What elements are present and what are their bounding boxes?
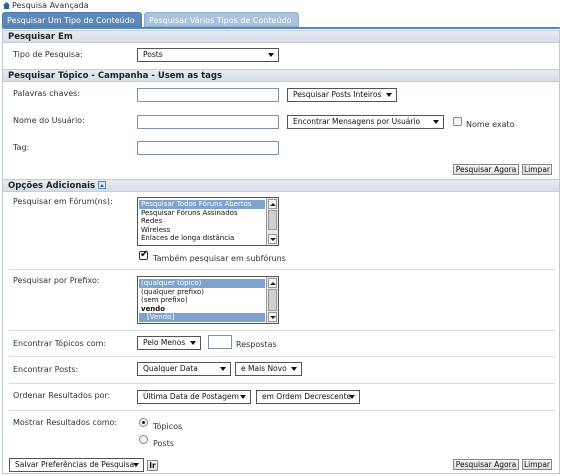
scroll-up-icon[interactable] [268, 278, 277, 288]
exact-name-label[interactable]: Nome exato [466, 120, 515, 129]
divider [9, 330, 555, 331]
chevron-down-icon [433, 120, 439, 124]
search-preferences-select[interactable]: Salvar Preferências de Pesquisa [9, 458, 144, 472]
chevron-down-icon [240, 395, 246, 399]
breadcrumb: Pesquisa Avançada [3, 1, 89, 11]
subforums-checkbox[interactable] [139, 249, 148, 260]
find-posts-date-value: Qualquer Data [143, 364, 198, 373]
section-search-in-heading: Pesquisar Em [3, 30, 559, 43]
collapse-icon[interactable] [98, 181, 107, 189]
divider [9, 383, 555, 384]
chevron-down-icon [268, 53, 274, 57]
prefix-option[interactable]: (qualquer tópico) [139, 279, 265, 288]
breadcrumb-label[interactable]: Pesquisa Avançada [12, 1, 89, 10]
forums-listbox[interactable]: Pesquisar Todos Fóruns Abertos Pesquisar… [137, 197, 279, 246]
divider [9, 410, 555, 411]
home-icon[interactable] [3, 2, 10, 9]
find-topics-label: Encontrar Tópicos com: [13, 339, 107, 348]
sort-field-select[interactable]: Última Data de Postagem [137, 390, 251, 404]
scroll-thumb[interactable] [268, 210, 277, 230]
forum-option[interactable]: Wireless [139, 226, 265, 235]
search-type-label: Tipo de Pesquisa: [13, 50, 83, 59]
show-posts-label[interactable]: Posts [153, 439, 174, 448]
tag-input[interactable] [137, 141, 279, 155]
username-mode-select[interactable]: Encontrar Mensagens por Usuário [287, 115, 444, 129]
chevron-down-icon [220, 367, 226, 371]
search-panel: Pesquisar Em Tipo de Pesquisa: Posts Pes… [2, 27, 560, 474]
keywords-mode-value: Pesquisar Posts Inteiros [293, 90, 382, 99]
forum-option[interactable]: Pesquisar Fóruns Assinados [139, 209, 265, 218]
chevron-down-icon [349, 395, 355, 399]
prefix-scrollbar[interactable] [266, 277, 278, 323]
search-now-button-bottom[interactable]: Pesquisar Agora [453, 459, 519, 470]
sort-field-value: Última Data de Postagem [143, 392, 239, 401]
find-posts-direction-value: e Mais Novo [241, 364, 287, 373]
search-type-select[interactable]: Posts [137, 48, 279, 62]
section-topic-heading: Pesquisar Tópico - Campanha - Usem as ta… [3, 69, 559, 82]
subforums-label[interactable]: Também pesquisar em subfóruns [153, 254, 286, 263]
prefix-listbox[interactable]: (qualquer tópico) (qualquer prefixo) (se… [137, 276, 279, 324]
tab-multiple-content-types[interactable]: Pesquisar Vários Tipos de Conteúdo [144, 12, 299, 27]
tab-single-content-type[interactable]: Pesquisar Um Tipo de Conteúdo [2, 12, 142, 27]
show-results-label: Mostrar Resultados como: [13, 418, 118, 427]
sort-order-value: em Ordem Decrescente [262, 392, 352, 401]
sort-order-select[interactable]: em Ordem Decrescente [256, 390, 360, 404]
prefix-option[interactable]: [Vendo] [139, 313, 265, 322]
keywords-mode-select[interactable]: Pesquisar Posts Inteiros [287, 88, 397, 102]
prefix-option[interactable]: (qualquer prefixo) [139, 288, 265, 297]
prefix-label: Pesquisar por Prefixo: [13, 276, 100, 285]
forum-option[interactable]: Enlaces de longa distância [139, 234, 265, 243]
tag-label: Tag: [13, 143, 30, 152]
find-posts-date-select[interactable]: Qualquer Data [137, 362, 231, 376]
forums-options: Pesquisar Todos Fóruns Abertos Pesquisar… [139, 200, 265, 243]
scroll-thumb[interactable] [268, 289, 277, 311]
prefix-option[interactable]: (sem prefixo) [139, 296, 265, 305]
find-topics-mode-value: Pelo Menos [143, 338, 186, 347]
show-topics-label[interactable]: Tópicos [153, 422, 182, 431]
forum-option[interactable]: Redes [139, 217, 265, 226]
clear-button-bottom[interactable]: Limpar [522, 459, 552, 470]
divider [9, 356, 555, 357]
divider [9, 269, 555, 270]
show-posts-radio[interactable] [139, 435, 148, 444]
chevron-down-icon [133, 463, 139, 467]
forums-scrollbar[interactable] [266, 198, 278, 245]
keywords-label: Palavras chaves: [13, 89, 81, 98]
forums-label: Pesquisar em Fórum(ns): [13, 197, 113, 206]
prefix-option[interactable]: vendo [139, 305, 265, 314]
clear-button[interactable]: Limpar [522, 164, 552, 175]
sort-label: Ordenar Resultados por: [13, 391, 111, 400]
find-posts-direction-select[interactable]: e Mais Novo [235, 362, 302, 376]
search-preferences-value: Salvar Preferências de Pesquisa [15, 460, 135, 469]
section-additional-heading: Opções Adicionais [3, 179, 559, 192]
section-additional-title: Opções Adicionais [8, 181, 96, 191]
username-mode-value: Encontrar Mensagens por Usuário [293, 117, 421, 126]
scroll-down-icon[interactable] [268, 234, 277, 244]
username-label: Nome do Usuário: [13, 116, 85, 125]
scroll-up-icon[interactable] [268, 199, 277, 209]
show-topics-radio[interactable] [139, 418, 148, 427]
search-now-button[interactable]: Pesquisar Agora [453, 164, 519, 175]
chevron-down-icon [291, 367, 297, 371]
find-posts-label: Encontrar Posts: [13, 365, 79, 374]
chevron-down-icon [386, 93, 392, 97]
username-input[interactable] [137, 115, 279, 129]
go-button[interactable]: Ir [147, 460, 158, 471]
search-type-value: Posts [143, 50, 163, 59]
exact-name-checkbox[interactable] [453, 117, 462, 126]
replies-label: Respostas [236, 340, 277, 349]
forum-option[interactable]: Pesquisar Todos Fóruns Abertos [139, 200, 265, 209]
scroll-down-icon[interactable] [268, 312, 277, 322]
prefix-options: (qualquer tópico) (qualquer prefixo) (se… [139, 279, 265, 322]
replies-count-input[interactable] [208, 335, 232, 349]
keywords-input[interactable] [137, 88, 279, 102]
chevron-down-icon [190, 341, 196, 345]
find-topics-mode-select[interactable]: Pelo Menos [137, 336, 201, 350]
